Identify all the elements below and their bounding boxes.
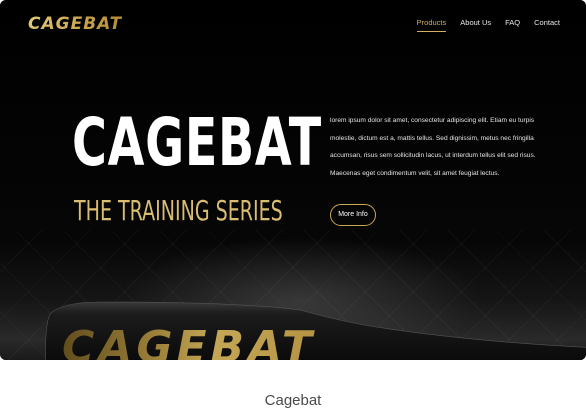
hero-description: lorem ipsum dolor sit amet, consectetur … <box>330 117 536 177</box>
bat-brand-label: CAGEBAT <box>62 322 316 360</box>
baseball-bat-image: CAGEBAT <box>45 301 586 360</box>
hero-subtitle: THE TRAINING SERIES <box>74 194 283 227</box>
hero-title: CAGEBAT <box>72 104 322 181</box>
nav-item-contact[interactable]: Contact <box>534 18 560 32</box>
hero-screenshot: CAGEBAT Products About Us FAQ Contact CA… <box>0 0 586 360</box>
brand-logo[interactable]: CAGEBAT <box>28 14 122 34</box>
nav-item-about-us[interactable]: About Us <box>460 18 491 32</box>
nav-item-products[interactable]: Products <box>416 18 447 32</box>
main-nav: Products About Us FAQ Contact <box>416 18 560 32</box>
project-caption: Cagebat <box>264 392 322 409</box>
more-info-button[interactable]: More Info <box>330 204 376 226</box>
nav-item-faq[interactable]: FAQ <box>505 18 520 32</box>
